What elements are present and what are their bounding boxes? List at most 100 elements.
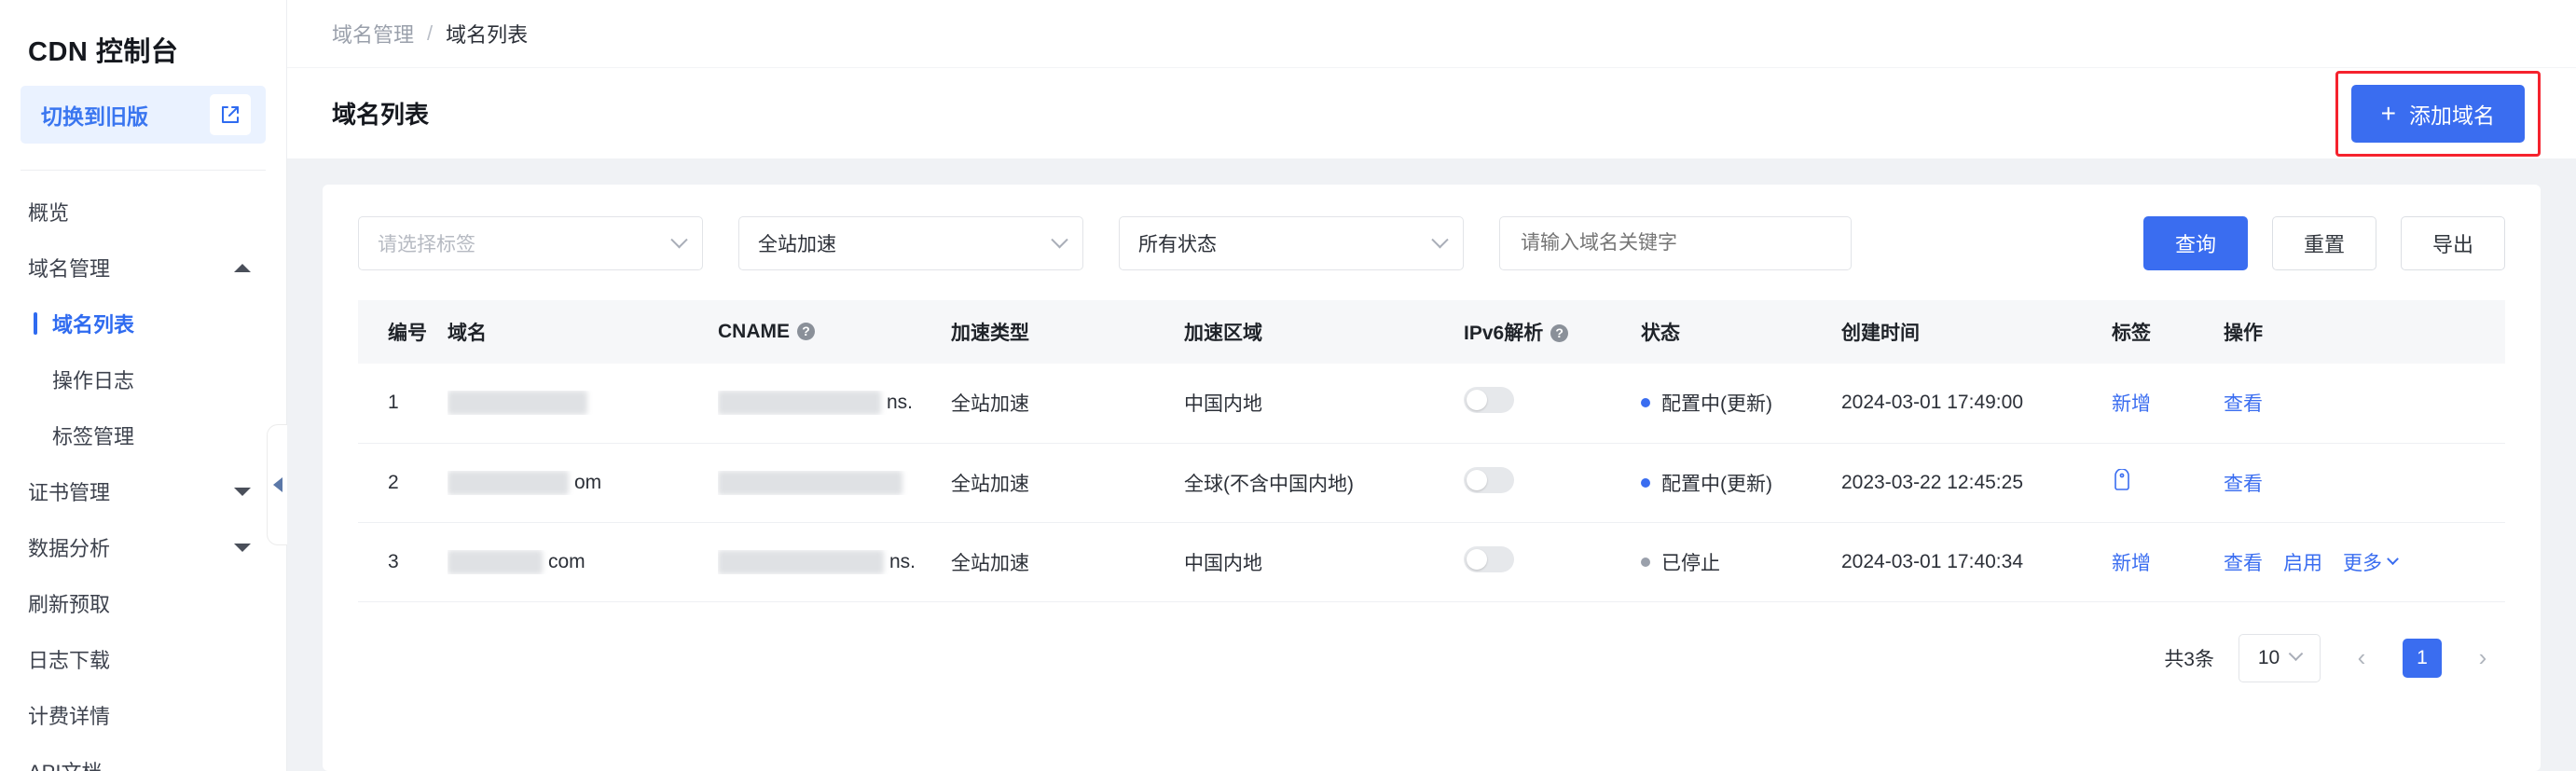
domain-keyword-input-wrap[interactable] (1499, 216, 1852, 270)
redacted-domain (448, 549, 543, 574)
more-actions-label: 更多 (2343, 552, 2382, 574)
domain-table-body: 1 ns. 全站加速 中国内地 配置中(更新) 2024-03-01 17:49… (358, 364, 2505, 602)
cell-domain (431, 364, 701, 444)
status-text: 已停止 (1661, 552, 1720, 574)
sidebar-item-label: 数据分析 (28, 537, 111, 560)
domain-table: 编号 域名 CNAME? 加速类型 加速区域 IPv6解析? 状态 创建时间 标… (358, 300, 2505, 602)
sidebar-item-label: 日志下载 (28, 649, 111, 672)
cell-domain: om (431, 443, 701, 523)
sidebar-item-api-docs[interactable]: API文档 (0, 743, 286, 771)
view-link[interactable]: 查看 (2224, 389, 2263, 417)
cell-operations: 查看 启用 更多 (2207, 522, 2505, 602)
column-header-ipv6: IPv6解析? (1447, 300, 1624, 364)
sidebar-item-label: 操作日志 (52, 369, 135, 392)
chevron-down-icon (670, 230, 688, 248)
sidebar-item-data-analysis[interactable]: 数据分析 (0, 519, 286, 575)
switch-to-old-version-button[interactable]: 切换到旧版 (21, 86, 266, 144)
cell-tag: 新增 (2095, 522, 2207, 602)
ipv6-toggle[interactable] (1464, 545, 1514, 572)
main-area: 域名管理 / 域名列表 域名列表 + 添加域名 请选择标签 全站加速 所有状态 … (287, 0, 2576, 771)
next-page-button[interactable]: › (2466, 640, 2500, 677)
domain-tail: com (548, 550, 585, 572)
external-link-icon (210, 94, 251, 135)
sidebar-item-log-download[interactable]: 日志下载 (0, 631, 286, 687)
cell-region: 中国内地 (1167, 522, 1447, 602)
domain-tail: om (574, 471, 602, 493)
export-button[interactable]: 导出 (2401, 216, 2505, 270)
sidebar-item-billing-details[interactable]: 计费详情 (0, 687, 286, 743)
status-select-value: 所有状态 (1138, 234, 1217, 255)
page-size-value: 10 (2257, 646, 2280, 668)
tag-select-placeholder: 请选择标签 (378, 234, 475, 255)
column-header-tag: 标签 (2095, 300, 2207, 364)
status-dot (1641, 557, 1650, 567)
collapse-sidebar-icon[interactable] (267, 424, 287, 545)
status-select[interactable]: 所有状态 (1119, 216, 1464, 270)
view-link[interactable]: 查看 (2224, 548, 2263, 576)
sidebar-item-certificate-management[interactable]: 证书管理 (0, 463, 286, 519)
sidebar-item-operation-log[interactable]: 操作日志 (0, 351, 286, 407)
add-domain-highlight-box: + 添加域名 (2335, 70, 2541, 157)
status-text: 配置中(更新) (1661, 393, 1772, 416)
sidebar-item-label: 概览 (28, 201, 70, 225)
table-row: 1 ns. 全站加速 中国内地 配置中(更新) 2024-03-01 17:49… (358, 364, 2505, 444)
sidebar: CDN 控制台 切换到旧版 概览 域名管理 域名列表 操作日志 标签管理 证书管… (0, 0, 287, 771)
sidebar-item-overview[interactable]: 概览 (0, 184, 286, 240)
column-header-created: 创建时间 (1825, 300, 2095, 364)
content-area: 请选择标签 全站加速 所有状态 查询 (287, 158, 2576, 771)
cell-index: 2 (358, 443, 431, 523)
page-number-1[interactable]: 1 (2403, 638, 2442, 678)
cell-region: 全球(不含中国内地) (1167, 443, 1447, 523)
status-dot (1641, 398, 1650, 408)
cell-status: 配置中(更新) (1624, 364, 1825, 444)
cell-created-time: 2024-03-01 17:49:00 (1825, 364, 2095, 444)
breadcrumb-parent[interactable]: 域名管理 (332, 19, 414, 48)
add-tag-link[interactable]: 新增 (2112, 393, 2151, 415)
breadcrumb-current: 域名列表 (446, 23, 529, 47)
tag-select[interactable]: 请选择标签 (358, 216, 703, 270)
domain-table-head: 编号 域名 CNAME? 加速类型 加速区域 IPv6解析? 状态 创建时间 标… (358, 300, 2505, 364)
add-tag-link[interactable]: 新增 (2112, 553, 2151, 574)
breadcrumb: 域名管理 / 域名列表 (287, 0, 2576, 67)
sidebar-item-label: 标签管理 (52, 425, 135, 448)
chevron-down-icon (2387, 553, 2399, 566)
cell-accel-type: 全站加速 (934, 443, 1167, 523)
view-link[interactable]: 查看 (2224, 469, 2263, 497)
domain-keyword-input[interactable] (1519, 231, 1834, 255)
sidebar-item-refresh-prefetch[interactable]: 刷新预取 (0, 575, 286, 631)
accel-type-select-value: 全站加速 (758, 234, 836, 255)
sidebar-divider (21, 170, 266, 171)
sidebar-item-label: 刷新预取 (28, 593, 111, 616)
help-icon[interactable]: ? (1550, 324, 1569, 342)
tag-icon[interactable] (2112, 467, 2132, 497)
query-button[interactable]: 查询 (2143, 216, 2248, 270)
sidebar-item-tag-management[interactable]: 标签管理 (0, 407, 286, 463)
cell-tag: 新增 (2095, 364, 2207, 444)
chevron-left-icon (272, 477, 282, 492)
prev-page-button[interactable]: ‹ (2345, 640, 2378, 677)
cell-cname: ns. (701, 364, 934, 444)
add-domain-button[interactable]: + 添加域名 (2350, 84, 2525, 143)
page-size-select[interactable]: 10 (2239, 633, 2321, 682)
more-actions-link[interactable]: 更多 (2343, 548, 2399, 576)
sidebar-item-label: 域名管理 (28, 257, 111, 281)
cell-status: 已停止 (1624, 522, 1825, 602)
reset-button[interactable]: 重置 (2272, 216, 2376, 270)
status-text: 配置中(更新) (1661, 473, 1772, 495)
redacted-domain (448, 470, 569, 495)
enable-link[interactable]: 启用 (2283, 548, 2322, 576)
help-icon[interactable]: ? (797, 322, 815, 340)
ipv6-toggle[interactable] (1464, 387, 1514, 414)
sidebar-item-label: 计费详情 (28, 705, 111, 728)
column-header-accel-type: 加速类型 (934, 300, 1167, 364)
chevron-up-icon (234, 263, 251, 272)
pagination: 共3条 10 ‹ 1 › (358, 633, 2505, 682)
cell-operations: 查看 (2207, 443, 2505, 523)
ipv6-toggle[interactable] (1464, 466, 1514, 493)
sidebar-item-domain-management[interactable]: 域名管理 (0, 240, 286, 296)
redacted-domain (448, 391, 587, 416)
accel-type-select[interactable]: 全站加速 (738, 216, 1083, 270)
column-header-region: 加速区域 (1167, 300, 1447, 364)
sidebar-item-domain-list[interactable]: 域名列表 (0, 296, 286, 351)
cname-tail: ns. (887, 392, 914, 414)
